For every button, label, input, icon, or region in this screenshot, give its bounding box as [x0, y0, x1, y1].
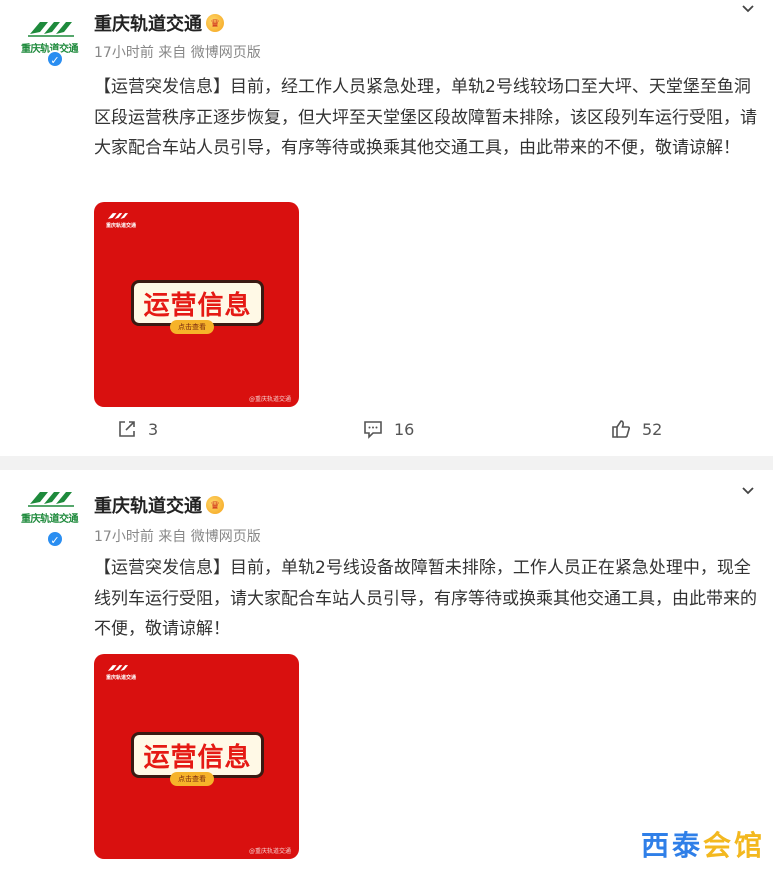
- account-name-label: 重庆轨道交通: [94, 14, 202, 35]
- post-meta: 17小时前 来自 微博网页版: [94, 45, 261, 61]
- poster-watermark: @重庆轨道交通: [248, 396, 291, 403]
- poster-title: 运营信息: [143, 742, 252, 773]
- logo-text: 重庆轨道交通: [21, 514, 79, 525]
- poster-subtitle: 点击查看: [170, 772, 214, 786]
- watermark-char: 馆: [733, 829, 763, 862]
- post-meta: 17小时前 来自 微博网页版: [94, 529, 261, 545]
- poster-logo-text: 重庆轨道交通: [106, 223, 137, 229]
- crown-icon: ♛: [206, 14, 224, 32]
- post-image[interactable]: 重庆轨道交通 运营信息 点击查看 @重庆轨道交通: [94, 654, 299, 859]
- post-image[interactable]: 重庆轨道交通 运营信息 点击查看 @重庆轨道交通: [94, 202, 299, 407]
- watermark-char: 西: [640, 829, 670, 862]
- metro-logo-icon: [107, 665, 129, 671]
- metro-logo-icon: [28, 22, 74, 37]
- account-name[interactable]: 重庆轨道交通 ♛: [94, 10, 224, 36]
- post-content: 【运营突发信息】目前，单轨2号线设备故障暂未排除，工作人员正在紧急处理中，现全线…: [94, 558, 757, 639]
- poster-logo-text: 重庆轨道交通: [106, 675, 137, 681]
- post-actions: 3 16 52: [0, 418, 773, 446]
- poster-title: 运营信息: [143, 290, 252, 321]
- avatar[interactable]: 重庆轨道交通: [18, 484, 82, 536]
- weibo-post-1: 重庆轨道交通 ✓ 重庆轨道交通 ♛ 17小时前 来自 微博网页版 【运营突发信息…: [0, 0, 773, 456]
- share-icon: [119, 421, 135, 437]
- repost-button[interactable]: 3: [116, 418, 158, 440]
- comment-button[interactable]: 16: [362, 418, 414, 440]
- account-name-label: 重庆轨道交通: [94, 496, 202, 517]
- verified-icon: ✓: [46, 50, 64, 68]
- repost-count: 3: [148, 419, 159, 439]
- account-name[interactable]: 重庆轨道交通 ♛: [94, 492, 224, 518]
- crown-icon: ♛: [206, 496, 224, 514]
- metro-logo-icon: [28, 492, 74, 507]
- like-button[interactable]: 52: [610, 418, 662, 440]
- watermark-char: 会: [702, 829, 732, 862]
- verified-icon: ✓: [46, 530, 64, 548]
- post-content: 【运营突发信息】目前，经工作人员紧急处理，单轨2号线较场口至大坪、天堂堡至鱼洞区…: [94, 77, 757, 158]
- like-count: 52: [642, 419, 663, 439]
- poster-watermark: @重庆轨道交通: [248, 848, 291, 855]
- chevron-down-icon[interactable]: [741, 484, 755, 498]
- chevron-down-icon[interactable]: [741, 2, 755, 16]
- comment-icon: [364, 421, 382, 439]
- metro-logo-icon: [107, 213, 129, 219]
- comment-count: 16: [394, 419, 415, 439]
- like-icon: [612, 420, 630, 438]
- site-watermark: 西 泰 会 馆: [641, 824, 763, 864]
- poster-subtitle: 点击查看: [170, 320, 214, 334]
- weibo-post-2: 重庆轨道交通 ✓ 重庆轨道交通 ♛ 17小时前 来自 微博网页版 【运营突发信息…: [0, 470, 773, 870]
- watermark-char: 泰: [671, 829, 701, 862]
